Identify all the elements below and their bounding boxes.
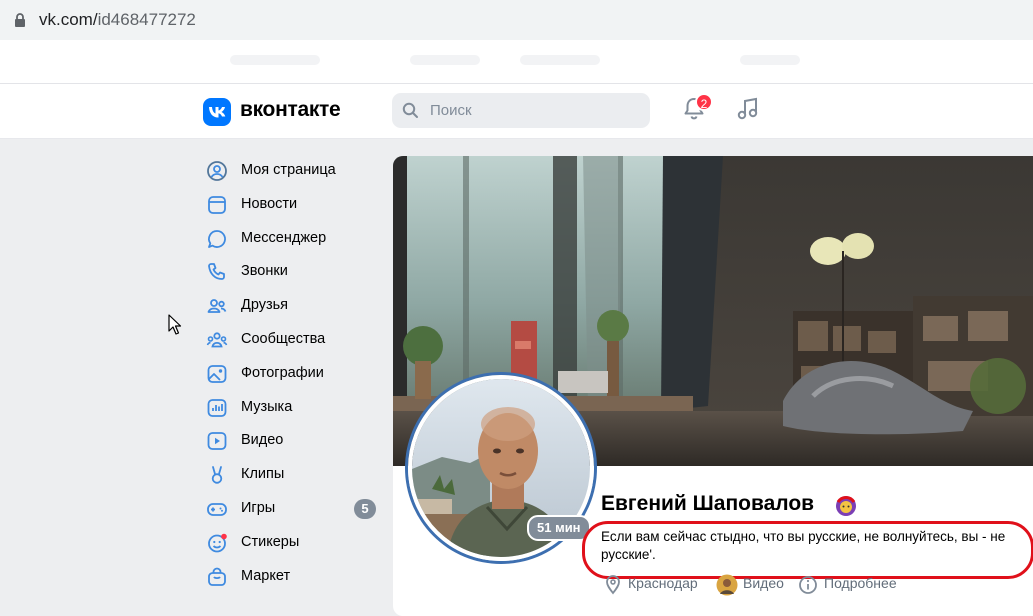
vk-header: вконтакте Поиск 2: [0, 84, 1033, 139]
mouse-cursor-icon: [168, 314, 182, 335]
video-thumbnail-icon: [716, 574, 738, 596]
profile-videos-link[interactable]: Видео: [743, 575, 784, 591]
sidebar-item-label: Друзья: [241, 297, 289, 314]
games-count-badge: 5: [354, 498, 376, 519]
left-sidebar: Моя страница Новости Мессенджер Звонки Д…: [205, 154, 385, 593]
sidebar-item-label: Новости: [241, 195, 298, 212]
sidebar-item-news[interactable]: Новости: [205, 188, 385, 222]
sidebar-item-label: Сообщества: [241, 330, 326, 347]
sidebar-item-label: Клипы: [241, 466, 285, 483]
url-path: id468477272: [97, 10, 196, 29]
sidebar-item-music[interactable]: Музыка: [205, 391, 385, 425]
sidebar-item-label: Звонки: [241, 263, 288, 280]
communities-icon: [206, 332, 228, 348]
video-icon: [207, 432, 227, 451]
lock-icon: [15, 13, 25, 27]
url-host: vk.com/: [39, 10, 98, 29]
profile-name: Евгений Шаповалов: [601, 492, 815, 515]
location-pin-icon: [606, 575, 620, 595]
sidebar-item-label: Мессенджер: [241, 229, 327, 246]
bookmarks-bar: [0, 40, 1033, 84]
sidebar-item-label: Маркет: [241, 567, 291, 584]
vk-logo-icon[interactable]: [203, 98, 231, 126]
sidebar-item-calls[interactable]: Звонки: [205, 255, 385, 289]
info-icon: [799, 576, 817, 594]
status-emoji-icon[interactable]: [834, 494, 858, 518]
newsfeed-icon: [208, 195, 226, 214]
sidebar-item-label: Видео: [241, 432, 284, 449]
profile-city[interactable]: Краснодар: [628, 575, 698, 591]
sidebar-item-communities[interactable]: Сообщества: [205, 323, 385, 357]
search-input[interactable]: Поиск: [392, 93, 650, 128]
sidebar-item-label: Стикеры: [241, 533, 300, 550]
sidebar-item-photos[interactable]: Фотографии: [205, 357, 385, 391]
profile-more-link[interactable]: Подробнее: [824, 575, 897, 591]
music-icon: [207, 398, 227, 417]
photo-icon: [207, 364, 227, 383]
sidebar-item-games[interactable]: Игры 5: [205, 492, 385, 526]
search-placeholder: Поиск: [430, 102, 472, 119]
phone-icon: [208, 263, 225, 281]
sidebar-item-label: Музыка: [241, 398, 293, 415]
sidebar-item-label: Фотографии: [241, 364, 324, 381]
sidebar-item-friends[interactable]: Друзья: [205, 289, 385, 323]
sidebar-item-market[interactable]: Маркет: [205, 560, 385, 594]
search-icon: [402, 102, 418, 118]
online-time-badge: 51 мин: [527, 515, 591, 541]
friends-icon: [207, 299, 227, 314]
music-player-icon[interactable]: [735, 96, 761, 122]
sidebar-item-clips[interactable]: Клипы: [205, 458, 385, 492]
sidebar-item-stickers[interactable]: Стикеры: [205, 526, 385, 560]
url-text[interactable]: vk.com/id468477272: [39, 10, 196, 30]
logo-text[interactable]: вконтакте: [240, 98, 341, 122]
market-icon: [208, 567, 226, 586]
message-icon: [208, 229, 226, 248]
games-icon: [207, 503, 227, 516]
stickers-icon: [208, 533, 227, 553]
browser-address-bar[interactable]: vk.com/id468477272: [0, 0, 1033, 40]
clips-icon: [211, 466, 223, 484]
sidebar-item-label: Моя страница: [241, 162, 336, 178]
notifications-badge: 2: [695, 93, 713, 111]
sidebar-item-label: Игры: [241, 499, 276, 516]
sidebar-item-video[interactable]: Видео: [205, 424, 385, 458]
user-circle-icon: [207, 161, 227, 181]
red-highlight-annotation: [582, 521, 1033, 579]
sidebar-item-messenger[interactable]: Мессенджер: [205, 222, 385, 256]
sidebar-item-my-page[interactable]: Моя страница: [205, 154, 385, 188]
